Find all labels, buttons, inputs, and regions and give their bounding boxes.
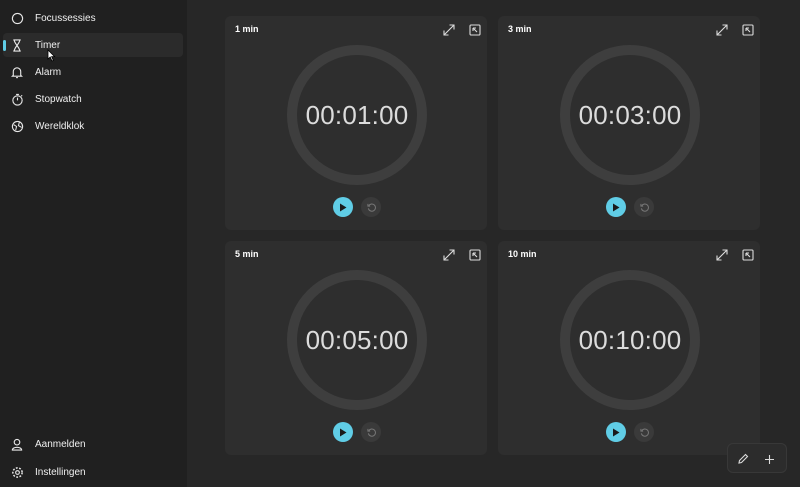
timer-ring: 00:01:00 <box>287 45 427 185</box>
timer-ring: 00:10:00 <box>560 270 700 410</box>
nav-label: Instellingen <box>35 466 86 478</box>
timer-title: 10 min <box>508 249 537 259</box>
nav-label: Wereldklok <box>35 120 85 132</box>
reset-icon <box>366 203 376 212</box>
timer-title: 1 min <box>235 24 259 34</box>
nav-item-instellingen[interactable]: Instellingen <box>3 460 183 484</box>
timer-time: 00:03:00 <box>578 99 682 130</box>
timer-time: 00:01:00 <box>305 99 409 130</box>
play-button[interactable] <box>606 422 626 442</box>
focus-icon <box>9 10 25 26</box>
bell-icon <box>9 64 25 80</box>
play-icon <box>340 203 347 211</box>
nav-item-focussessies[interactable]: Focussessies <box>3 6 183 30</box>
timer-card[interactable]: 10 min 00:10:00 <box>498 241 760 455</box>
nav-item-aanmelden[interactable]: Aanmelden <box>3 432 183 456</box>
nav-item-stopwatch[interactable]: Stopwatch <box>3 87 183 111</box>
nav-label: Alarm <box>35 66 62 78</box>
nav-label: Stopwatch <box>35 93 82 105</box>
expand-icon[interactable] <box>714 247 730 263</box>
timer-time: 00:10:00 <box>578 324 682 355</box>
timer-title: 5 min <box>235 249 259 259</box>
timer-card[interactable]: 3 min 00:03:00 <box>498 16 760 230</box>
reset-icon <box>639 203 649 212</box>
play-button[interactable] <box>333 422 353 442</box>
mouse-cursor-icon <box>47 49 56 62</box>
globe-icon <box>9 118 25 134</box>
nav-item-wereldklok[interactable]: Wereldklok <box>3 114 183 138</box>
timer-title: 3 min <box>508 24 532 34</box>
sidebar: Focussessies Timer Alarm Stopwatch Werel… <box>0 0 187 487</box>
timer-card[interactable]: 1 min 00:01:00 <box>225 16 487 230</box>
stopwatch-icon <box>9 91 25 107</box>
reset-button[interactable] <box>361 197 381 217</box>
keep-on-top-icon[interactable] <box>467 247 483 263</box>
reset-icon <box>639 428 649 437</box>
timer-grid: 1 min 00:01:00 3 min 00:03:00 5 min 00:0… <box>187 0 800 487</box>
play-button[interactable] <box>606 197 626 217</box>
reset-button[interactable] <box>634 197 654 217</box>
play-icon <box>340 428 347 436</box>
person-icon <box>9 436 25 452</box>
reset-icon <box>366 428 376 437</box>
expand-icon[interactable] <box>441 247 457 263</box>
hourglass-icon <box>9 37 25 53</box>
edit-icon[interactable] <box>735 451 751 467</box>
reset-button[interactable] <box>361 422 381 442</box>
nav-label: Aanmelden <box>35 438 86 450</box>
nav-item-alarm[interactable]: Alarm <box>3 60 183 84</box>
keep-on-top-icon[interactable] <box>740 22 756 38</box>
timer-ring: 00:03:00 <box>560 45 700 185</box>
gear-icon <box>9 464 25 480</box>
keep-on-top-icon[interactable] <box>467 22 483 38</box>
timer-time: 00:05:00 <box>305 324 409 355</box>
timer-card[interactable]: 5 min 00:05:00 <box>225 241 487 455</box>
play-button[interactable] <box>333 197 353 217</box>
edit-add-toolbar <box>727 443 787 473</box>
keep-on-top-icon[interactable] <box>740 247 756 263</box>
add-icon[interactable] <box>761 451 777 467</box>
timer-ring: 00:05:00 <box>287 270 427 410</box>
expand-icon[interactable] <box>441 22 457 38</box>
nav-item-timer[interactable]: Timer <box>3 33 183 57</box>
expand-icon[interactable] <box>714 22 730 38</box>
nav-label: Focussessies <box>35 12 96 24</box>
play-icon <box>613 203 620 211</box>
reset-button[interactable] <box>634 422 654 442</box>
play-icon <box>613 428 620 436</box>
